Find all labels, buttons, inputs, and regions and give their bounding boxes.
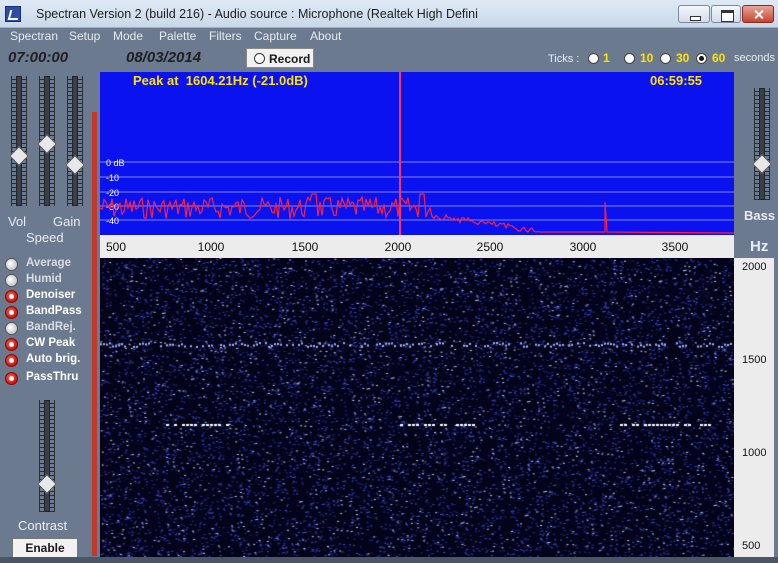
record-radio-icon bbox=[254, 53, 265, 64]
record-label: Record bbox=[269, 52, 311, 66]
vol-label: Vol bbox=[8, 214, 27, 229]
menu-spectran[interactable]: Spectran bbox=[10, 29, 58, 43]
wf-label-2000: 2000 bbox=[742, 261, 767, 273]
filter-radio-icon bbox=[5, 258, 18, 271]
filter-label: Auto brig. bbox=[26, 353, 81, 365]
filter-label: Humid bbox=[26, 273, 62, 285]
tick-label-10: 10 bbox=[640, 51, 654, 65]
spectrum-trace bbox=[100, 193, 734, 234]
filter-cw-peak[interactable]: CW Peak bbox=[5, 337, 95, 352]
tick-radio-30[interactable] bbox=[660, 53, 671, 64]
menu-setup[interactable]: Setup bbox=[69, 29, 100, 43]
filter-label: Denoiser bbox=[26, 289, 76, 301]
menu-bar: Spectran Setup Mode Palette Filters Capt… bbox=[0, 28, 778, 45]
filter-label: CW Peak bbox=[26, 337, 76, 349]
freq-label-1000: 1000 bbox=[197, 240, 225, 254]
filter-radio-icon bbox=[5, 354, 18, 367]
filter-auto-brig[interactable]: Auto brig. bbox=[5, 353, 95, 368]
menu-filters[interactable]: Filters bbox=[209, 29, 242, 43]
freq-label-2000: 2000 bbox=[384, 240, 412, 254]
hz-label: Hz bbox=[750, 238, 769, 255]
filter-label: BandRej. bbox=[26, 321, 76, 333]
filter-passthru[interactable]: PassThru bbox=[5, 371, 95, 386]
ticks-label: Ticks : bbox=[548, 53, 580, 65]
filter-average[interactable]: Average bbox=[5, 257, 95, 272]
freq-label-3000: 3000 bbox=[569, 240, 597, 254]
gain-slider[interactable] bbox=[72, 76, 78, 206]
filter-denoiser[interactable]: Denoiser bbox=[5, 289, 95, 304]
filter-radio-icon bbox=[5, 338, 18, 351]
filter-radio-icon bbox=[5, 306, 18, 319]
tick-radio-10[interactable] bbox=[624, 53, 635, 64]
waterfall-axis: 2000 1500 1000 500 bbox=[734, 258, 774, 558]
bass-label: Bass bbox=[744, 208, 776, 223]
gain-label: Gain bbox=[53, 214, 81, 229]
waterfall-display[interactable] bbox=[100, 258, 734, 558]
wf-label-1500: 1500 bbox=[742, 354, 767, 366]
tick-radio-60[interactable] bbox=[696, 53, 707, 64]
menu-palette[interactable]: Palette bbox=[159, 29, 196, 43]
seconds-label: seconds bbox=[734, 52, 775, 64]
contrast-slider[interactable] bbox=[44, 400, 50, 512]
wf-label-1000: 1000 bbox=[742, 447, 767, 459]
filter-radio-icon bbox=[5, 290, 18, 303]
window-title: Spectran Version 2 (build 216) - Audio s… bbox=[36, 7, 478, 21]
filter-bandpass[interactable]: BandPass bbox=[5, 305, 95, 320]
freq-label-500: 500 bbox=[105, 240, 127, 254]
tick-radio-1[interactable] bbox=[588, 53, 599, 64]
bass-slider[interactable] bbox=[759, 88, 765, 200]
menu-about[interactable]: About bbox=[310, 29, 341, 43]
filter-bandrej[interactable]: BandRej. bbox=[5, 321, 95, 336]
filter-label: BandPass bbox=[26, 305, 82, 317]
spectrum-clock: 06:59:55 bbox=[650, 73, 703, 88]
tick-label-30: 30 bbox=[676, 51, 690, 65]
enable-button[interactable]: Enable bbox=[12, 538, 78, 558]
minimize-button[interactable] bbox=[678, 5, 710, 23]
tick-label-60: 60 bbox=[712, 51, 726, 65]
filter-label: Average bbox=[26, 257, 71, 269]
spectrum-display[interactable]: 0 dB -10 -20 -30 -40 bbox=[100, 72, 734, 235]
vol-slider[interactable] bbox=[16, 76, 22, 206]
current-time: 07:00:00 bbox=[8, 49, 69, 66]
title-bar: Spectran Version 2 (build 216) - Audio s… bbox=[0, 0, 778, 28]
current-date: 08/03/2014 bbox=[126, 49, 202, 66]
filter-humid[interactable]: Humid bbox=[5, 273, 95, 288]
close-button[interactable] bbox=[742, 5, 774, 23]
peak-readout: Peak at 1604.21Hz (-21.0dB) bbox=[133, 73, 308, 88]
filter-radio-icon bbox=[5, 322, 18, 335]
maximize-button[interactable] bbox=[711, 5, 741, 23]
app-icon bbox=[5, 6, 21, 22]
db-label-0: 0 dB bbox=[106, 158, 125, 168]
filter-radio-icon bbox=[5, 274, 18, 287]
wf-label-500: 500 bbox=[742, 540, 761, 552]
freq-label-1500: 1500 bbox=[291, 240, 319, 254]
filter-radio-icon bbox=[5, 372, 18, 385]
db-label-20: -20 bbox=[106, 188, 119, 198]
filter-label: PassThru bbox=[26, 371, 79, 383]
db-label-10: -10 bbox=[106, 173, 119, 183]
speed-label: Speed bbox=[26, 230, 64, 245]
spectrum-svg: 0 dB -10 -20 -30 -40 bbox=[100, 72, 734, 235]
menu-mode[interactable]: Mode bbox=[113, 29, 143, 43]
freq-label-2500: 2500 bbox=[476, 240, 504, 254]
tick-label-1: 1 bbox=[603, 51, 610, 65]
level-bar bbox=[92, 112, 97, 556]
contrast-label: Contrast bbox=[18, 518, 68, 533]
db-label-40: -40 bbox=[106, 216, 119, 226]
record-button[interactable]: Record bbox=[246, 48, 314, 68]
menu-capture[interactable]: Capture bbox=[254, 29, 297, 43]
freq-label-3500: 3500 bbox=[661, 240, 689, 254]
status-strip bbox=[0, 557, 778, 563]
frequency-axis: 500 1000 1500 2000 2500 3000 3500 bbox=[100, 235, 734, 258]
waterfall-canvas bbox=[100, 258, 734, 558]
